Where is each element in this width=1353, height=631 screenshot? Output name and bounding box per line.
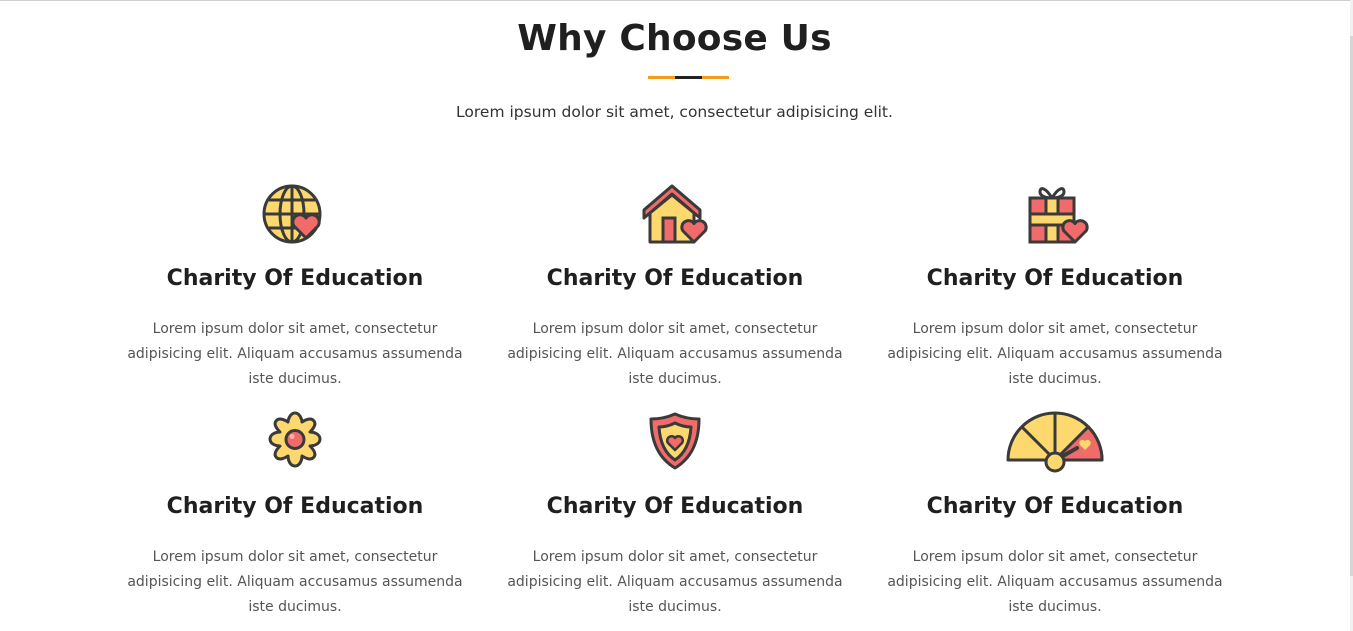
section-title: Why Choose Us bbox=[517, 18, 832, 59]
feature-description: Lorem ipsum dolor sit amet, consectetur … bbox=[507, 549, 843, 615]
feature-title: Charity Of Education bbox=[926, 494, 1184, 519]
divider-right-segment bbox=[702, 76, 729, 79]
flower-icon bbox=[268, 411, 322, 468]
feature-card: Charity Of Education Lorem ipsum dolor s… bbox=[865, 180, 1245, 408]
feature-card: Charity Of Education Lorem ipsum dolor s… bbox=[485, 180, 865, 408]
feature-card: Charity Of Education Lorem ipsum dolor s… bbox=[865, 408, 1245, 631]
globe-heart-icon bbox=[262, 184, 322, 244]
feature-description: Lorem ipsum dolor sit amet, consectetur … bbox=[887, 549, 1223, 615]
feature-title: Charity Of Education bbox=[166, 266, 424, 291]
feature-title: Charity Of Education bbox=[546, 494, 804, 519]
feature-title: Charity Of Education bbox=[166, 494, 424, 519]
features-grid: Charity Of Education Lorem ipsum dolor s… bbox=[105, 180, 1245, 631]
house-heart-icon bbox=[642, 184, 708, 244]
feature-title: Charity Of Education bbox=[546, 266, 804, 291]
feature-card: Charity Of Education Lorem ipsum dolor s… bbox=[485, 408, 865, 631]
feature-card: Charity Of Education Lorem ipsum dolor s… bbox=[105, 408, 485, 631]
gauge-heart-icon bbox=[1006, 411, 1104, 473]
feature-description: Lorem ipsum dolor sit amet, consectetur … bbox=[127, 321, 463, 387]
feature-description: Lorem ipsum dolor sit amet, consectetur … bbox=[887, 321, 1223, 387]
section-subtitle: Lorem ipsum dolor sit amet, consectetur … bbox=[456, 103, 893, 121]
feature-description: Lorem ipsum dolor sit amet, consectetur … bbox=[507, 321, 843, 387]
shield-heart-icon bbox=[649, 412, 701, 470]
divider-center-segment bbox=[675, 76, 702, 79]
top-border bbox=[0, 0, 1353, 1]
feature-title: Charity Of Education bbox=[926, 266, 1184, 291]
gift-heart-icon bbox=[1028, 187, 1089, 244]
title-divider bbox=[648, 76, 729, 79]
feature-description: Lorem ipsum dolor sit amet, consectetur … bbox=[127, 549, 463, 615]
divider-left-segment bbox=[648, 76, 675, 79]
feature-card: Charity Of Education Lorem ipsum dolor s… bbox=[105, 180, 485, 408]
